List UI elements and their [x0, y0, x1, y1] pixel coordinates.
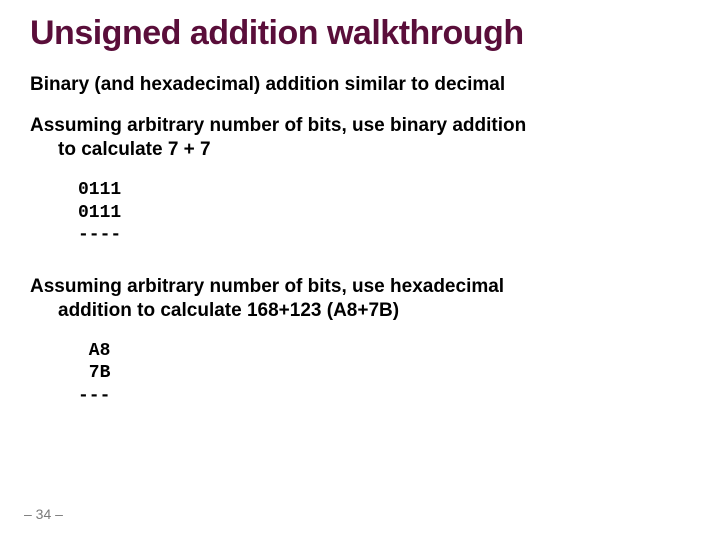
intro-paragraph: Binary (and hexadecimal) addition simila…	[30, 73, 690, 98]
page-number: – 34 –	[24, 506, 63, 522]
hex-prompt: Assuming arbitrary number of bits, use h…	[30, 275, 690, 324]
hex-prompt-line1: Assuming arbitrary number of bits, use h…	[30, 276, 504, 297]
hex-prompt-line2: addition to calculate 168+123 (A8+7B)	[30, 299, 690, 324]
hex-addition-code: A8 7B ---	[78, 340, 690, 408]
binary-prompt: Assuming arbitrary number of bits, use b…	[30, 114, 690, 163]
binary-prompt-line2: to calculate 7 + 7	[30, 138, 690, 163]
binary-addition-code: 0111 0111 ----	[78, 179, 690, 247]
binary-prompt-line1: Assuming arbitrary number of bits, use b…	[30, 115, 526, 136]
slide-title: Unsigned addition walkthrough	[30, 14, 690, 53]
